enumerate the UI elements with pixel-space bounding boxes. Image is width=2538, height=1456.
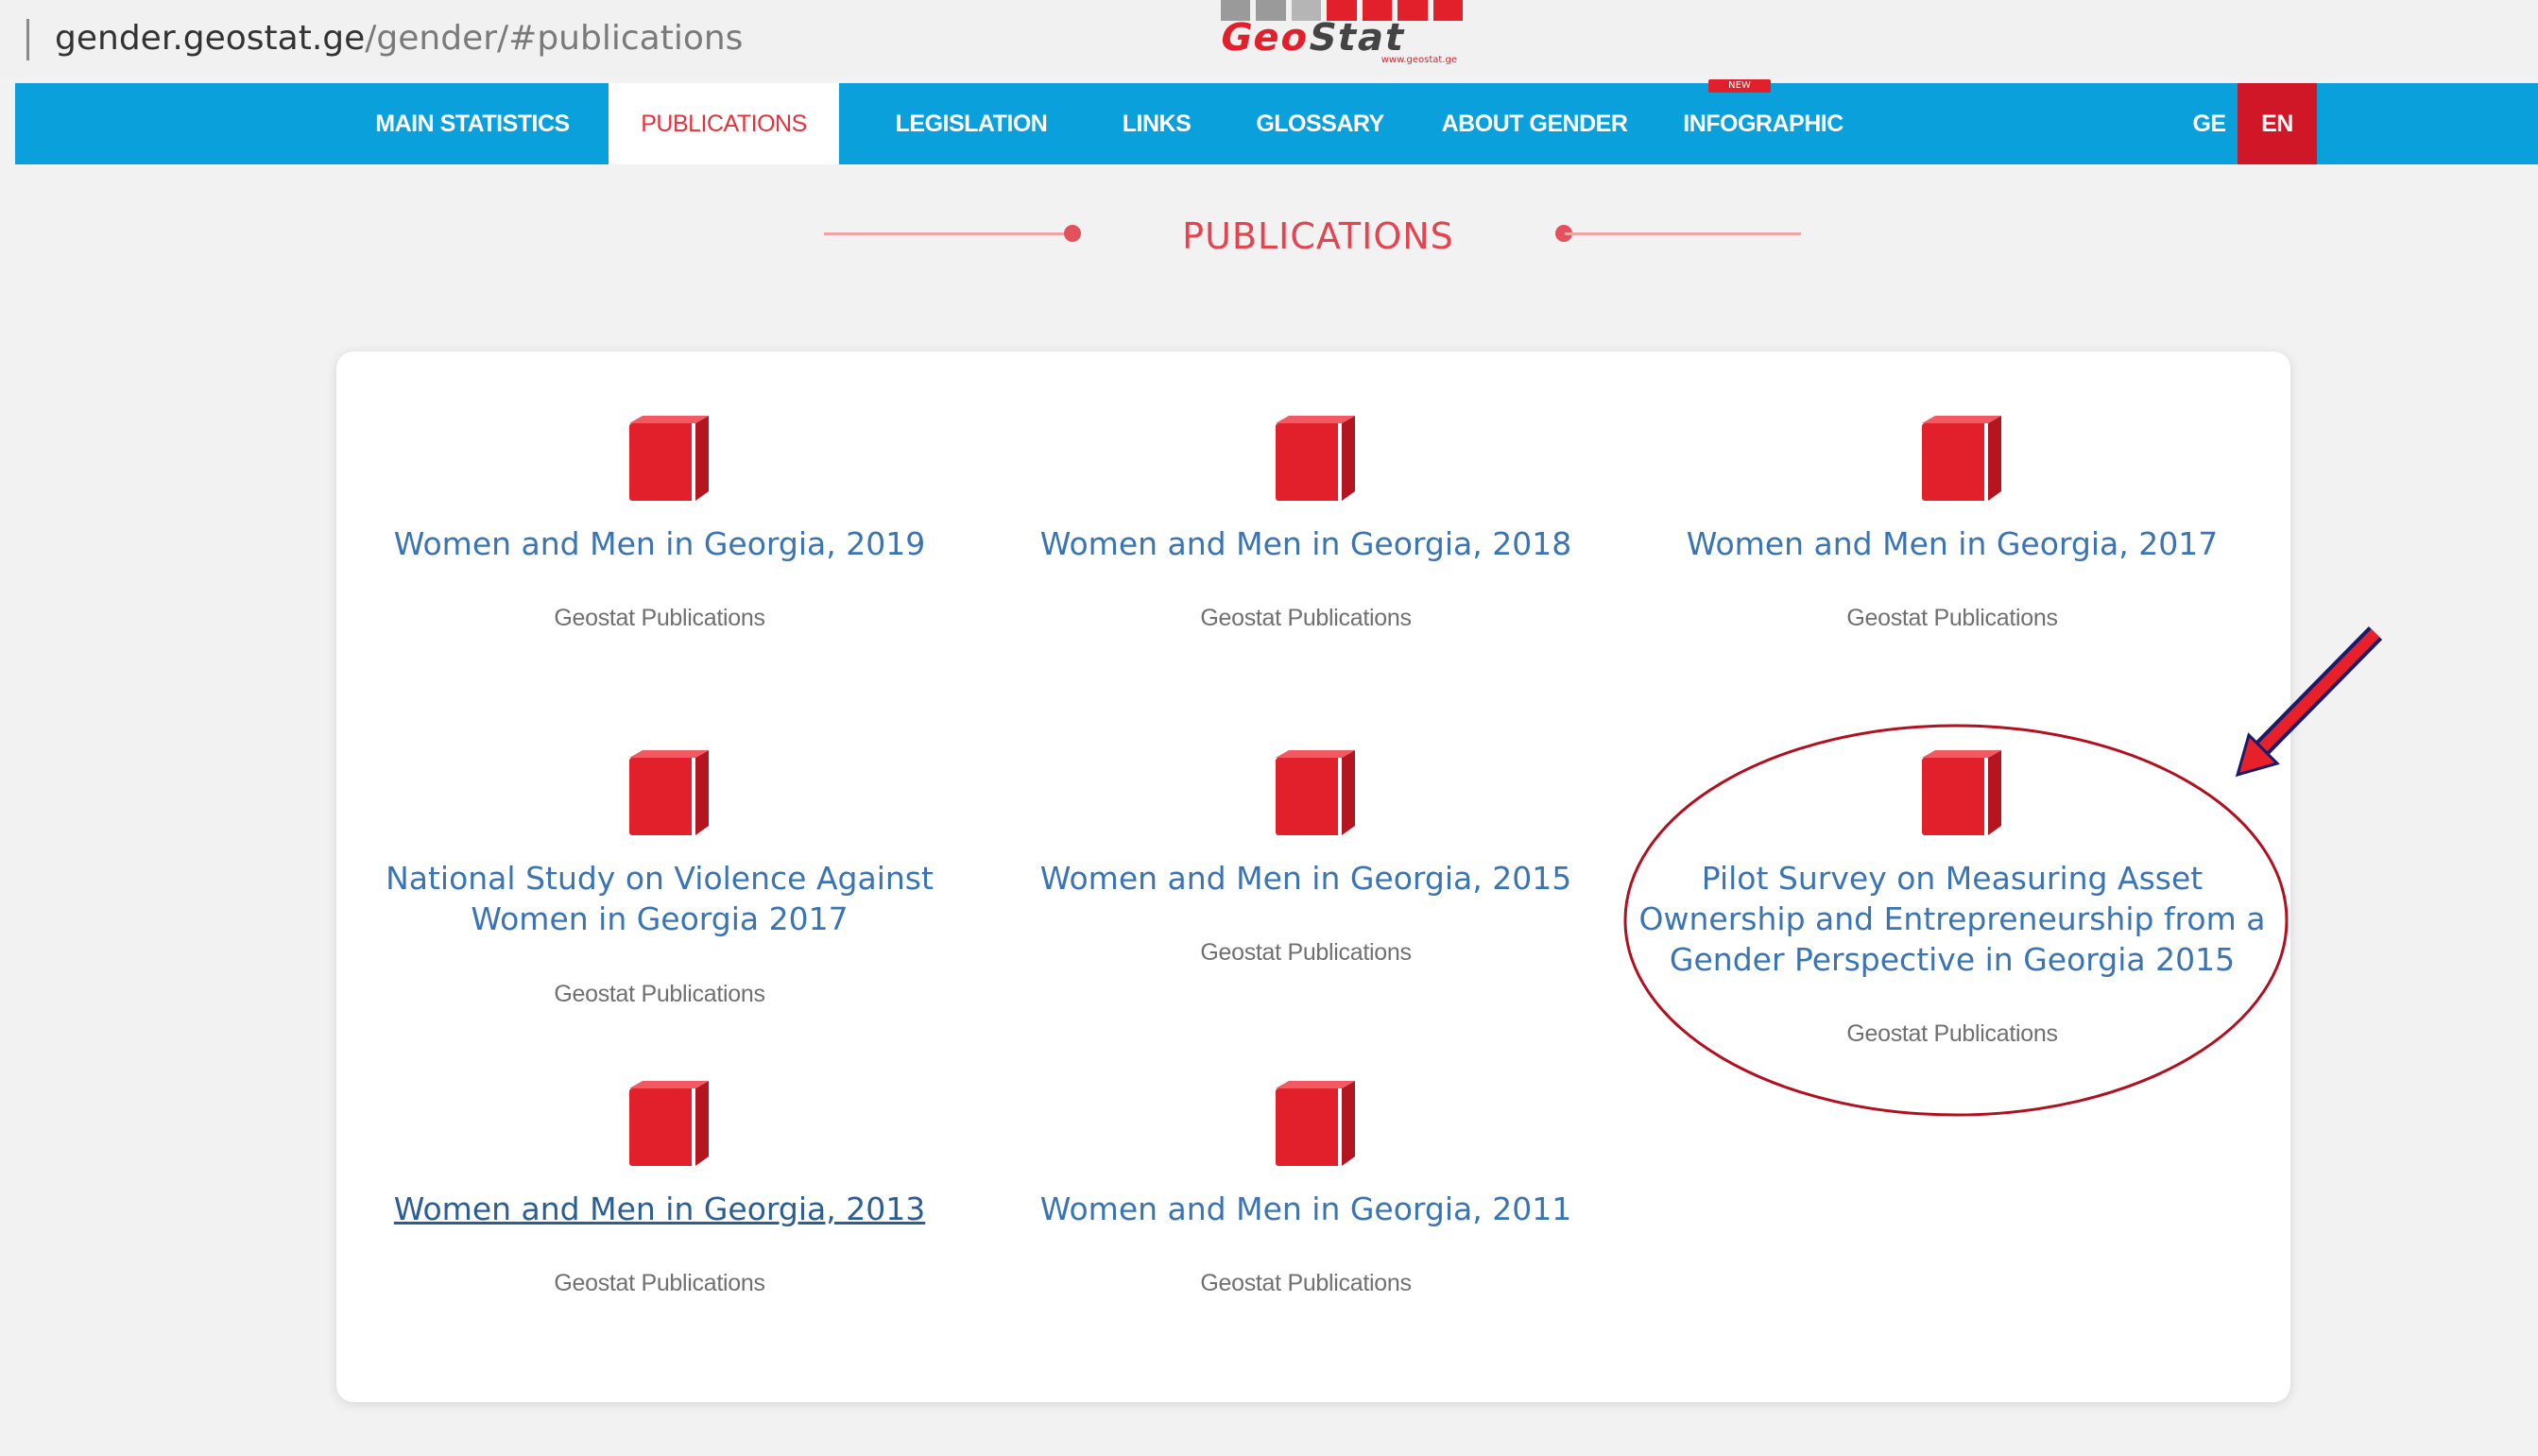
title-line: Women in Georgia 2017 [471,900,849,937]
publication-title-link[interactable]: Women and Men in Georgia, 2017 [1629,523,2275,564]
url-host: gender.geostat.ge [55,19,366,58]
logo-bar [1432,0,1463,21]
publication-item: Women and Men in Georgia, 2013 Geostat P… [336,1081,983,1317]
publication-item: Women and Men in Georgia, 2011 Geostat P… [983,1081,1629,1317]
publication-title-link[interactable]: Women and Men in Georgia, 2015 [983,858,1629,899]
book-icon [1276,1081,1355,1166]
heading-dot-left [1064,225,1081,242]
logo-geo: Geo [1216,16,1314,60]
lang-en[interactable]: EN [2238,83,2317,164]
logo-subtext: www.geostat.ge [1380,55,1457,65]
publication-item: National Study on Violence Against Women… [336,750,983,1034]
publication-source: Geostat Publications [1200,939,1412,966]
logo-stat: Stat [1304,16,1411,60]
url-text[interactable]: gender.geostat.ge/gender/#publications [55,15,743,62]
publication-source: Geostat Publications [1846,1020,2058,1047]
title-line: Pilot Survey on Measuring Asset [1701,860,2204,897]
publication-title-link[interactable]: Pilot Survey on Measuring Asset Ownershi… [1629,858,2275,980]
publication-title-link[interactable]: Women and Men in Georgia, 2018 [983,523,1629,564]
publication-source: Geostat Publications [1846,605,2058,631]
geostat-logo[interactable]: GeoStat www.geostat.ge [1216,0,1463,70]
url-path: /gender/#publications [365,19,744,58]
publication-item: Women and Men in Georgia, 2019 Geostat P… [336,416,983,652]
publication-source: Geostat Publications [1200,1270,1412,1296]
book-icon [1276,416,1355,501]
heading-line-right [1565,232,1801,235]
book-icon [629,1081,709,1166]
publication-item: Women and Men in Georgia, 2015 Geostat P… [983,750,1629,986]
title-line: Gender Perspective in Georgia 2015 [1669,941,2236,978]
publication-source: Geostat Publications [1200,605,1412,631]
new-badge: NEW [1708,79,1771,93]
publication-title-link[interactable]: Women and Men in Georgia, 2019 [336,523,983,564]
publication-item: Women and Men in Georgia, 2017 Geostat P… [1629,416,2275,652]
publication-source: Geostat Publications [554,1270,765,1296]
lang-ge[interactable]: GE [2171,83,2247,164]
main-navbar: MAIN STATISTICS PUBLICATIONS LEGISLATION… [15,83,2538,164]
publications-card: Women and Men in Georgia, 2019 Geostat P… [336,351,2290,1402]
nav-legislation[interactable]: LEGISLATION [862,83,1081,164]
publication-item: Pilot Survey on Measuring Asset Ownershi… [1629,750,2275,1053]
book-icon [1922,416,2001,501]
nav-publications[interactable]: PUBLICATIONS [609,83,839,164]
publication-title-link[interactable]: Women and Men in Georgia, 2011 [983,1189,1629,1229]
text-caret [26,19,29,60]
nav-links[interactable]: LINKS [1100,83,1213,164]
logo-wordmark: GeoStat [1216,16,1467,60]
publication-title-link[interactable]: National Study on Violence Against Women… [336,858,983,939]
page-title: PUBLICATIONS [1182,215,1454,257]
title-line: Ownership and Entrepreneurship from a [1638,900,2266,937]
book-icon [1276,750,1355,835]
title-line: National Study on Violence Against [386,860,934,897]
nav-about-gender[interactable]: ABOUT GENDER [1419,83,1650,164]
publication-item: Women and Men in Georgia, 2018 Geostat P… [983,416,1629,652]
book-icon [629,416,709,501]
nav-main-statistics[interactable]: MAIN STATISTICS [350,83,595,164]
nav-glossary[interactable]: GLOSSARY [1245,83,1395,164]
publication-source: Geostat Publications [554,605,765,631]
publication-source: Geostat Publications [554,981,765,1007]
nav-infographic[interactable]: INFOGRAPHIC [1659,83,1867,164]
book-icon [629,750,709,835]
heading-line-left [824,232,1077,235]
book-icon [1922,750,2001,835]
publication-title-link[interactable]: Women and Men in Georgia, 2013 [336,1189,983,1229]
